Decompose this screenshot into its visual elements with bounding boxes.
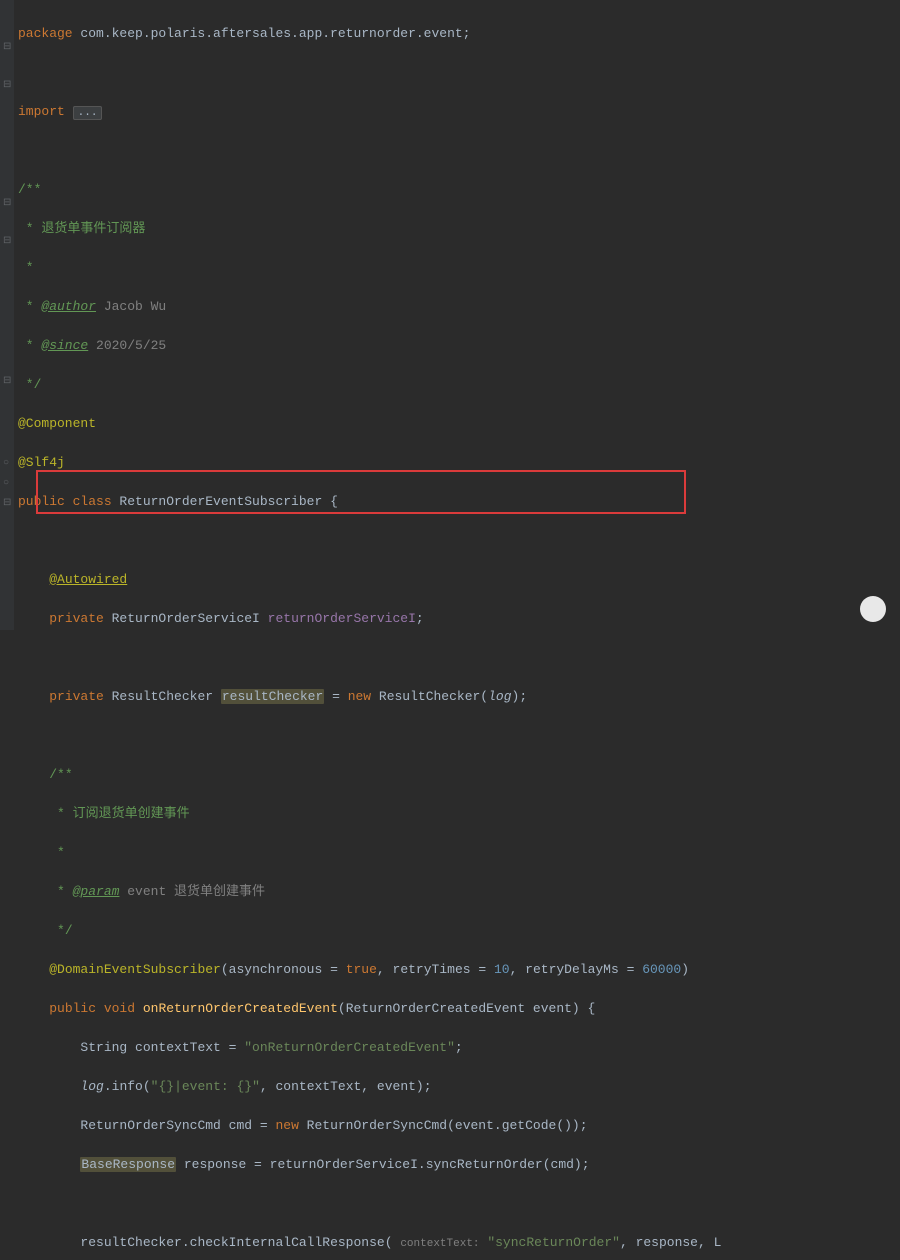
fold-icon[interactable]: ⊟ [3, 500, 11, 508]
ctor-arg: log [488, 689, 511, 704]
field-type: ReturnOrderServiceI [104, 611, 260, 626]
fold-icon[interactable]: ⊟ [3, 200, 11, 208]
open-paren: ( [385, 1235, 401, 1250]
fold-icon[interactable]: ⊟ [3, 378, 11, 386]
semicolon: ; [416, 611, 424, 626]
param-hint: contextText: [400, 1238, 479, 1250]
method-sig: (ReturnOrderCreatedEvent event) { [338, 1001, 595, 1016]
stmt-rest: , contextText, event); [260, 1079, 432, 1094]
method-call: syncReturnOrder [426, 1157, 543, 1172]
annotation-slf4j: @Slf4j [18, 455, 65, 470]
javadoc-line: * [18, 260, 34, 275]
dot: . [182, 1235, 190, 1250]
string-literal: "{}|event: {}" [151, 1079, 260, 1094]
stmt-rest: ReturnOrderSyncCmd(event.getCode()); [299, 1118, 588, 1133]
open-paren: ( [221, 962, 229, 977]
ann-key: retryTimes = [393, 962, 494, 977]
keyword-private: private [49, 611, 104, 626]
ident-log: log [80, 1079, 103, 1094]
ann-val-num: 10 [494, 962, 510, 977]
keyword-import: import [18, 104, 65, 119]
ident: resultChecker [80, 1235, 181, 1250]
ctor-call: ResultChecker( [371, 689, 488, 704]
keyword-package: package [18, 26, 73, 41]
class-name: ReturnOrderEventSubscriber [112, 494, 330, 509]
code-editor[interactable]: package com.keep.polaris.aftersales.app.… [18, 4, 721, 1260]
javadoc-param-tag: @param [73, 884, 120, 899]
op-assign: = [324, 689, 347, 704]
keyword-new: new [348, 689, 371, 704]
gutter: ⊟ ⊟ ⊟ ⊟ ⊟ ○ ○ ⊟ [0, 0, 14, 630]
dot: . [104, 1079, 112, 1094]
comma: , [510, 962, 526, 977]
javadoc-author-tag: @author [41, 299, 96, 314]
stmt: response = returnOrderServiceI. [176, 1157, 426, 1172]
javadoc-author: Jacob Wu [96, 299, 166, 314]
string-literal: "onReturnOrderCreatedEvent" [244, 1040, 455, 1055]
javadoc-param: event 退货单创建事件 [119, 884, 265, 899]
javadoc-close: */ [18, 377, 41, 392]
open-paren: ( [143, 1079, 151, 1094]
fold-icon[interactable]: ⊟ [3, 82, 11, 90]
comma: , [377, 962, 393, 977]
annotation-domainsubscriber: @DomainEventSubscriber [49, 962, 221, 977]
close-paren: ) [681, 962, 689, 977]
field-name-warn: resultChecker [221, 689, 324, 704]
stmt-rest: (cmd); [543, 1157, 590, 1172]
type-warn: BaseResponse [80, 1157, 176, 1172]
field-name: returnOrderServiceI [260, 611, 416, 626]
package-name: com.keep.polaris.aftersales.app.returnor… [73, 26, 471, 41]
javadoc-close: */ [49, 923, 72, 938]
ann-val-true: true [346, 962, 377, 977]
field-type: ResultChecker [104, 689, 221, 704]
keyword-new: new [275, 1118, 298, 1133]
semicolon: ; [455, 1040, 463, 1055]
method-modifiers: public void [49, 1001, 135, 1016]
javadoc-line: * [49, 845, 65, 860]
javadoc-open: /** [49, 767, 72, 782]
ann-key: asynchronous = [229, 962, 346, 977]
javadoc-line: * 退货单事件订阅器 [18, 221, 145, 236]
fold-placeholder[interactable]: ... [73, 106, 103, 120]
close-paren: ); [512, 689, 528, 704]
ann-key: retryDelayMs = [525, 962, 642, 977]
annotation-component: @Component [18, 416, 96, 431]
javadoc-since-tag: @since [41, 338, 88, 353]
javadoc-open: /** [18, 182, 41, 197]
float-widget[interactable] [860, 596, 886, 622]
keyword-private: private [49, 689, 104, 704]
gutter-marker-icon[interactable]: ○ [3, 460, 11, 468]
fold-icon[interactable]: ⊟ [3, 44, 11, 52]
stmt: String contextText = [80, 1040, 244, 1055]
method-name: onReturnOrderCreatedEvent [135, 1001, 338, 1016]
annotation-autowired: @Autowired [49, 572, 127, 587]
stmt: ReturnOrderSyncCmd cmd = [80, 1118, 275, 1133]
javadoc-line: * 订阅退货单创建事件 [49, 806, 189, 821]
fold-icon[interactable]: ⊟ [3, 238, 11, 246]
string-literal: "syncReturnOrder" [480, 1235, 620, 1250]
gutter-marker-icon[interactable]: ○ [3, 480, 11, 488]
javadoc-since: 2020/5/25 [88, 338, 166, 353]
method-call: checkInternalCallResponse [190, 1235, 385, 1250]
brace: { [330, 494, 338, 509]
method-call: info [112, 1079, 143, 1094]
ann-val-num: 60000 [642, 962, 681, 977]
stmt-rest: , response, L [620, 1235, 721, 1250]
class-modifiers: public class [18, 494, 112, 509]
